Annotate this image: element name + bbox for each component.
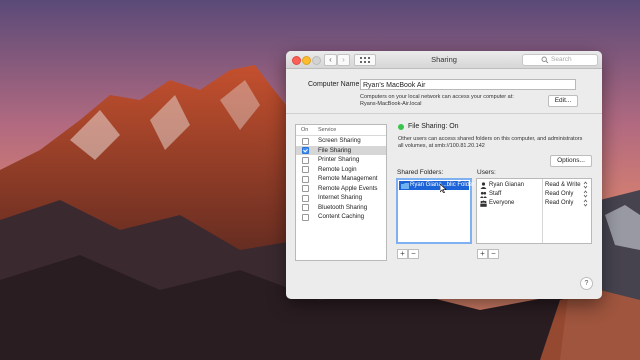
address-hostname: Ryans-MacBook-Air.local — [360, 101, 422, 107]
service-checkbox[interactable] — [302, 213, 309, 221]
service-label: Bluetooth Sharing — [318, 203, 368, 211]
description-line: Other users can access shared folders on… — [398, 136, 583, 142]
service-label: Remote Management — [318, 175, 378, 182]
shared-folders-label: Shared Folders: — [397, 169, 444, 176]
service-checkbox[interactable] — [302, 156, 309, 164]
service-label: Internet Sharing — [318, 194, 363, 201]
up-down-arrows-icon[interactable] — [583, 190, 588, 198]
service-label: Printer Sharing — [318, 156, 360, 163]
up-down-arrows-icon[interactable] — [583, 181, 588, 189]
service-checkbox[interactable] — [302, 137, 309, 145]
service-row-file-sharing[interactable]: File Sharing — [296, 145, 386, 155]
group-icon — [480, 191, 487, 198]
service-checkbox[interactable] — [302, 185, 309, 192]
sharing-window: ‹ › Sharing Search Computer Name: Ryan's… — [286, 51, 602, 299]
service-label: File Sharing — [318, 146, 352, 154]
title-bar[interactable]: ‹ › Sharing Search — [286, 51, 602, 69]
remove-user-button[interactable]: − — [488, 249, 499, 259]
user-name: Ryan Gianan — [489, 182, 525, 188]
computer-name-label: Computer Name: — [308, 81, 362, 88]
shared-folder-row[interactable]: Ryan Giana...blic Folder — [399, 181, 474, 190]
user-permission[interactable]: Read Only — [545, 191, 573, 197]
user-permission[interactable]: Read & Write — [545, 182, 581, 188]
search-icon — [541, 56, 549, 64]
service-checkbox[interactable] — [302, 147, 309, 154]
service-checkbox[interactable] — [302, 175, 309, 183]
service-label: Screen Sharing — [318, 137, 361, 144]
service-label: Remote Login — [318, 165, 357, 173]
computer-name-field[interactable]: Ryan's MacBook Air — [360, 79, 576, 90]
folder-icon — [401, 182, 409, 189]
user-name: Everyone — [489, 200, 515, 206]
service-row-remote-management[interactable]: Remote Management — [296, 174, 386, 184]
search-placeholder: Search — [551, 56, 572, 63]
service-label: Content Caching — [318, 213, 365, 220]
shared-folders-list[interactable]: Ryan Giana...blic Folder — [396, 178, 474, 244]
sharing-description: Other users can access shared folders on… — [398, 136, 593, 150]
person-icon — [480, 182, 487, 189]
service-row-printer-sharing[interactable]: Printer Sharing — [296, 155, 386, 165]
header-service: Service — [318, 127, 337, 133]
status-text: File Sharing: On — [408, 123, 459, 130]
everyone-icon — [480, 200, 487, 207]
user-permission[interactable]: Read Only — [545, 200, 573, 206]
service-row-screen-sharing[interactable]: Screen Sharing — [296, 136, 386, 146]
service-row-remote-login[interactable]: Remote Login — [296, 165, 386, 175]
computer-address-info: Computers on your local network can acce… — [360, 94, 514, 108]
users-list[interactable]: Ryan Gianan Read & Write Staff Read Only… — [476, 178, 592, 244]
service-row-content-caching[interactable]: Content Caching — [296, 212, 386, 222]
address-info-line: Computers on your local network can acce… — [360, 94, 514, 100]
service-row-remote-apple-events[interactable]: Remote Apple Events — [296, 184, 386, 194]
status-indicator — [398, 124, 404, 130]
users-label: Users: — [477, 169, 496, 176]
help-button[interactable]: ? — [580, 277, 593, 290]
user-row[interactable]: Everyone Read Only — [477, 199, 591, 208]
service-list[interactable]: On Service Screen Sharing File Sharing P… — [295, 124, 387, 261]
header-on: On — [301, 127, 309, 133]
mouse-cursor-icon — [440, 184, 447, 193]
options-button[interactable]: Options... — [550, 155, 592, 167]
user-row[interactable]: Ryan Gianan Read & Write — [477, 181, 591, 190]
divider — [286, 113, 602, 114]
add-shared-folder-button[interactable]: + — [397, 249, 408, 259]
add-user-button[interactable]: + — [477, 249, 488, 259]
service-checkbox[interactable] — [302, 166, 309, 173]
remove-shared-folder-button[interactable]: − — [408, 249, 419, 259]
description-line: all volumes, at smb://100.81.20.142 — [398, 143, 485, 149]
service-list-header: On Service — [296, 125, 386, 136]
service-row-bluetooth-sharing[interactable]: Bluetooth Sharing — [296, 203, 386, 213]
user-row[interactable]: Staff Read Only — [477, 190, 591, 199]
edit-button[interactable]: Edit... — [548, 95, 578, 107]
service-row-internet-sharing[interactable]: Internet Sharing — [296, 193, 386, 203]
service-checkbox[interactable] — [302, 194, 309, 202]
up-down-arrows-icon[interactable] — [583, 199, 588, 207]
service-checkbox[interactable] — [302, 204, 309, 211]
search-input[interactable]: Search — [522, 54, 598, 66]
user-name: Staff — [489, 191, 502, 197]
service-label: Remote Apple Events — [318, 184, 378, 192]
